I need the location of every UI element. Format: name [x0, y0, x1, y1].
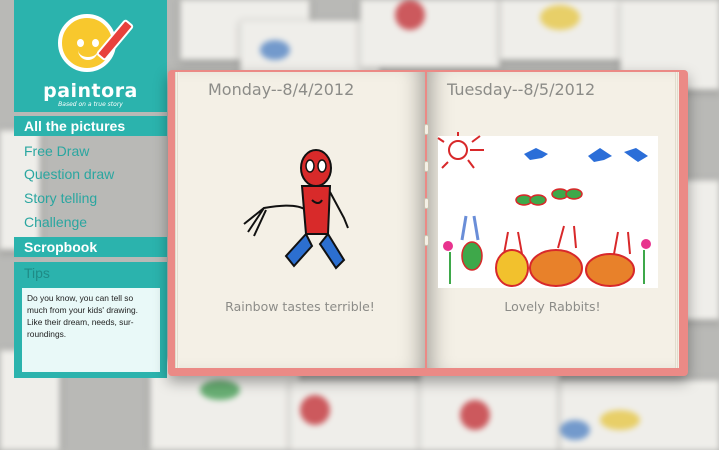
right-page-date: Tuesday--8/5/2012: [447, 80, 596, 99]
binding-rings: [424, 124, 432, 272]
nav-item-challenge[interactable]: Challenge: [14, 212, 167, 232]
nav-item-story-telling[interactable]: Story telling: [14, 188, 167, 208]
nav-item-free-draw[interactable]: Free Draw: [14, 141, 167, 161]
nav-item-all-pictures[interactable]: All the pictures: [14, 116, 167, 136]
logo-tagline: Based on a true story: [58, 101, 123, 108]
right-page-caption: Lovely Rabbits!: [504, 299, 601, 314]
sidebar: paintora Based on a true story All the p…: [14, 0, 167, 380]
tips-title: Tips: [24, 265, 50, 281]
left-page-date: Monday--8/4/2012: [208, 80, 355, 99]
rabbits-drawing-icon: [437, 132, 658, 288]
tips-panel: Tips Do you know, you can tell so much f…: [14, 262, 167, 378]
nav-item-scrapbook[interactable]: Scropbook: [14, 237, 167, 257]
tips-body: Do you know, you can tell so much from y…: [22, 288, 160, 372]
nav-item-question-draw[interactable]: Question draw: [14, 164, 167, 184]
logo-text: paintora: [43, 80, 138, 102]
app-logo[interactable]: paintora Based on a true story: [14, 0, 167, 112]
left-page-caption: Rainbow tastes terrible!: [225, 299, 375, 314]
spiderman-drawing-icon: [243, 149, 349, 270]
